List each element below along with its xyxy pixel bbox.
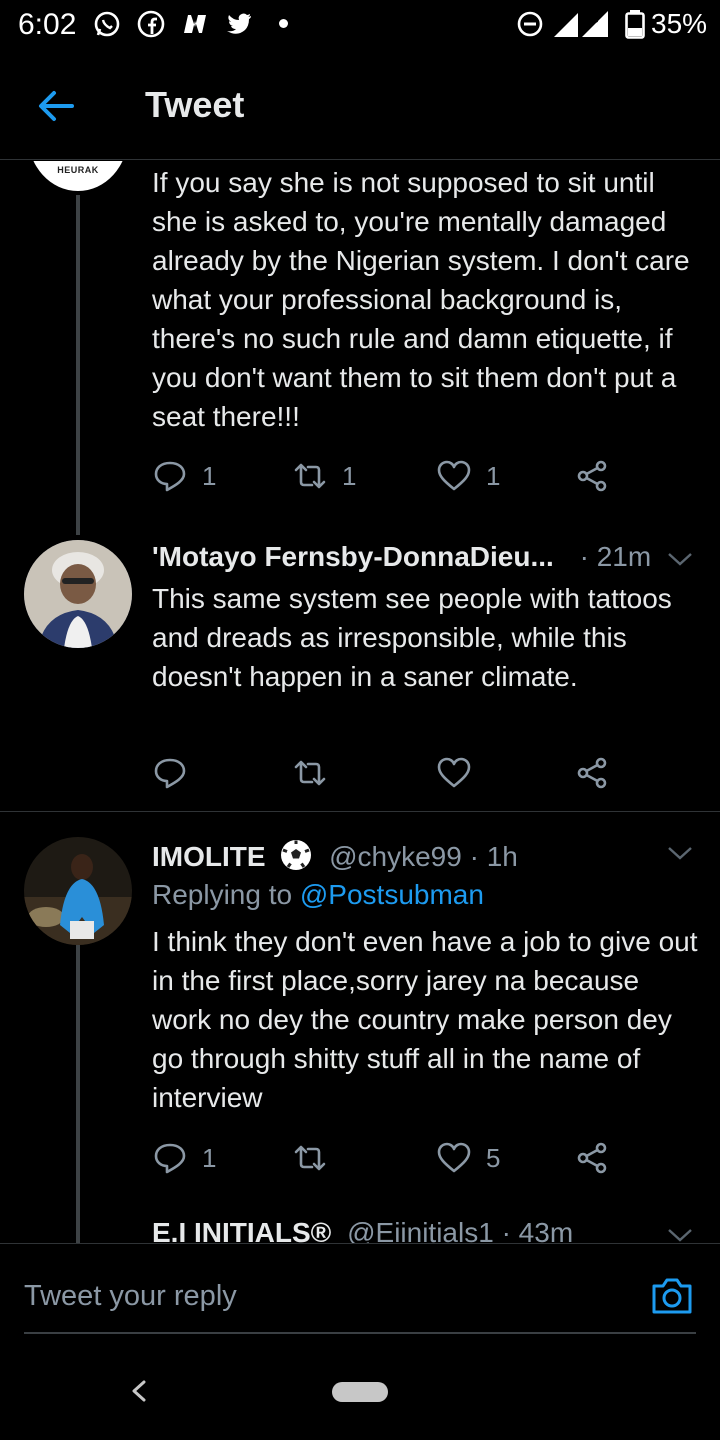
network-type: 3G <box>584 14 599 26</box>
soccer-ball-icon <box>281 840 312 870</box>
share-button[interactable] <box>574 1136 610 1180</box>
user-handle[interactable]: @Eiinitials1 <box>347 1217 494 1243</box>
share-button[interactable] <box>574 751 610 795</box>
divider <box>0 811 720 812</box>
tweet-time[interactable]: · 1h <box>470 841 518 872</box>
tweet-text: This same system see people with tattoos… <box>152 583 672 692</box>
retweet-button[interactable]: 1 <box>292 454 356 498</box>
share-icon <box>577 1142 607 1174</box>
tweet-actions: 1 5 <box>152 1136 632 1180</box>
reply-input[interactable]: Tweet your reply <box>24 1280 237 1313</box>
news-icon <box>184 15 206 33</box>
tweet-feed[interactable]: HEURAK If you say she is not supposed to… <box>0 161 720 1243</box>
twitter-icon <box>227 13 251 34</box>
share-button[interactable] <box>574 454 610 498</box>
reply-count: 1 <box>202 460 217 491</box>
like-button[interactable]: 1 <box>436 454 500 498</box>
display-name[interactable]: E.I INITIALS® <box>152 1217 331 1243</box>
like-count: 5 <box>486 1142 501 1173</box>
user-handle[interactable]: @chyke99 <box>329 841 462 872</box>
replying-to-label: Replying to <box>152 879 293 910</box>
heart-icon <box>437 1142 471 1173</box>
avatar-image <box>24 540 132 648</box>
input-underline <box>24 1332 696 1334</box>
tweet-header: E.I INITIALS® @Eiinitials1 · 43m <box>152 1217 573 1243</box>
page-title: Tweet <box>145 84 245 125</box>
retweet-button[interactable] <box>292 1136 328 1180</box>
like-button[interactable] <box>436 751 472 795</box>
signal-icon: 3G <box>554 11 608 37</box>
dnd-icon <box>517 11 543 37</box>
whatsapp-icon <box>94 11 120 37</box>
retweet-icon <box>294 760 326 786</box>
status-time: 6:02 <box>18 8 77 41</box>
notification-dot <box>279 19 288 28</box>
reply-button[interactable]: 1 <box>152 454 216 498</box>
arrow-left-icon[interactable] <box>30 82 82 130</box>
tweet-text: If you say she is not supposed to sit un… <box>152 167 690 432</box>
tweet-header: 'Motayo Fernsby-DonnaDieu... · 21m <box>152 541 651 573</box>
camera-icon[interactable] <box>650 1276 694 1316</box>
share-icon <box>577 460 607 492</box>
avatar-image <box>24 837 132 945</box>
retweet-button[interactable] <box>292 751 328 795</box>
heart-icon <box>437 460 471 491</box>
thread-line <box>76 945 80 1243</box>
avatar[interactable] <box>24 540 132 648</box>
reply-button[interactable]: 1 <box>152 1136 216 1180</box>
avatar[interactable]: HEURAK <box>28 161 128 191</box>
chevron-down-icon[interactable] <box>666 843 694 863</box>
chevron-down-icon[interactable] <box>666 1225 694 1243</box>
replying-to: Replying to @Postsubman <box>152 879 484 911</box>
like-button[interactable]: 5 <box>436 1136 500 1180</box>
nav-home-pill[interactable] <box>332 1382 388 1402</box>
retweet-icon <box>294 463 326 489</box>
tweet-actions: 1 1 1 <box>152 454 632 498</box>
tweet-time[interactable]: · 43m <box>502 1217 574 1243</box>
nav-back-icon[interactable] <box>124 1376 154 1406</box>
like-count: 1 <box>486 460 501 491</box>
thread-line <box>76 195 80 535</box>
retweet-count: 1 <box>342 460 357 491</box>
reply-button[interactable] <box>152 751 188 795</box>
tweet-actions <box>152 751 632 795</box>
avatar[interactable] <box>24 837 132 945</box>
status-bar: 6:02 3G 35% <box>0 0 720 52</box>
tweet-text: I think they don't even have a job to gi… <box>152 926 698 1113</box>
tweet-time[interactable]: · 21m <box>580 541 652 572</box>
avatar-brand-text: HEURAK <box>57 165 99 175</box>
retweet-icon <box>294 1145 326 1171</box>
mention-link[interactable]: @Postsubman <box>300 879 484 910</box>
battery-percent: 35% <box>651 8 708 39</box>
chevron-down-icon[interactable] <box>666 549 694 569</box>
reply-icon <box>154 461 186 492</box>
display-name[interactable]: 'Motayo Fernsby-DonnaDieu... <box>152 541 554 572</box>
facebook-icon <box>137 10 165 38</box>
app-header: Tweet <box>0 52 720 160</box>
share-icon <box>577 757 607 789</box>
reply-count: 1 <box>202 1142 217 1173</box>
heart-icon <box>437 757 471 788</box>
battery-icon <box>625 10 645 39</box>
tweet-header: IMOLITE @chyke99 · 1h <box>152 838 518 873</box>
reply-icon <box>154 758 186 789</box>
reply-composer[interactable]: Tweet your reply <box>0 1243 720 1334</box>
reply-icon <box>154 1143 186 1174</box>
display-name[interactable]: IMOLITE <box>152 841 266 872</box>
